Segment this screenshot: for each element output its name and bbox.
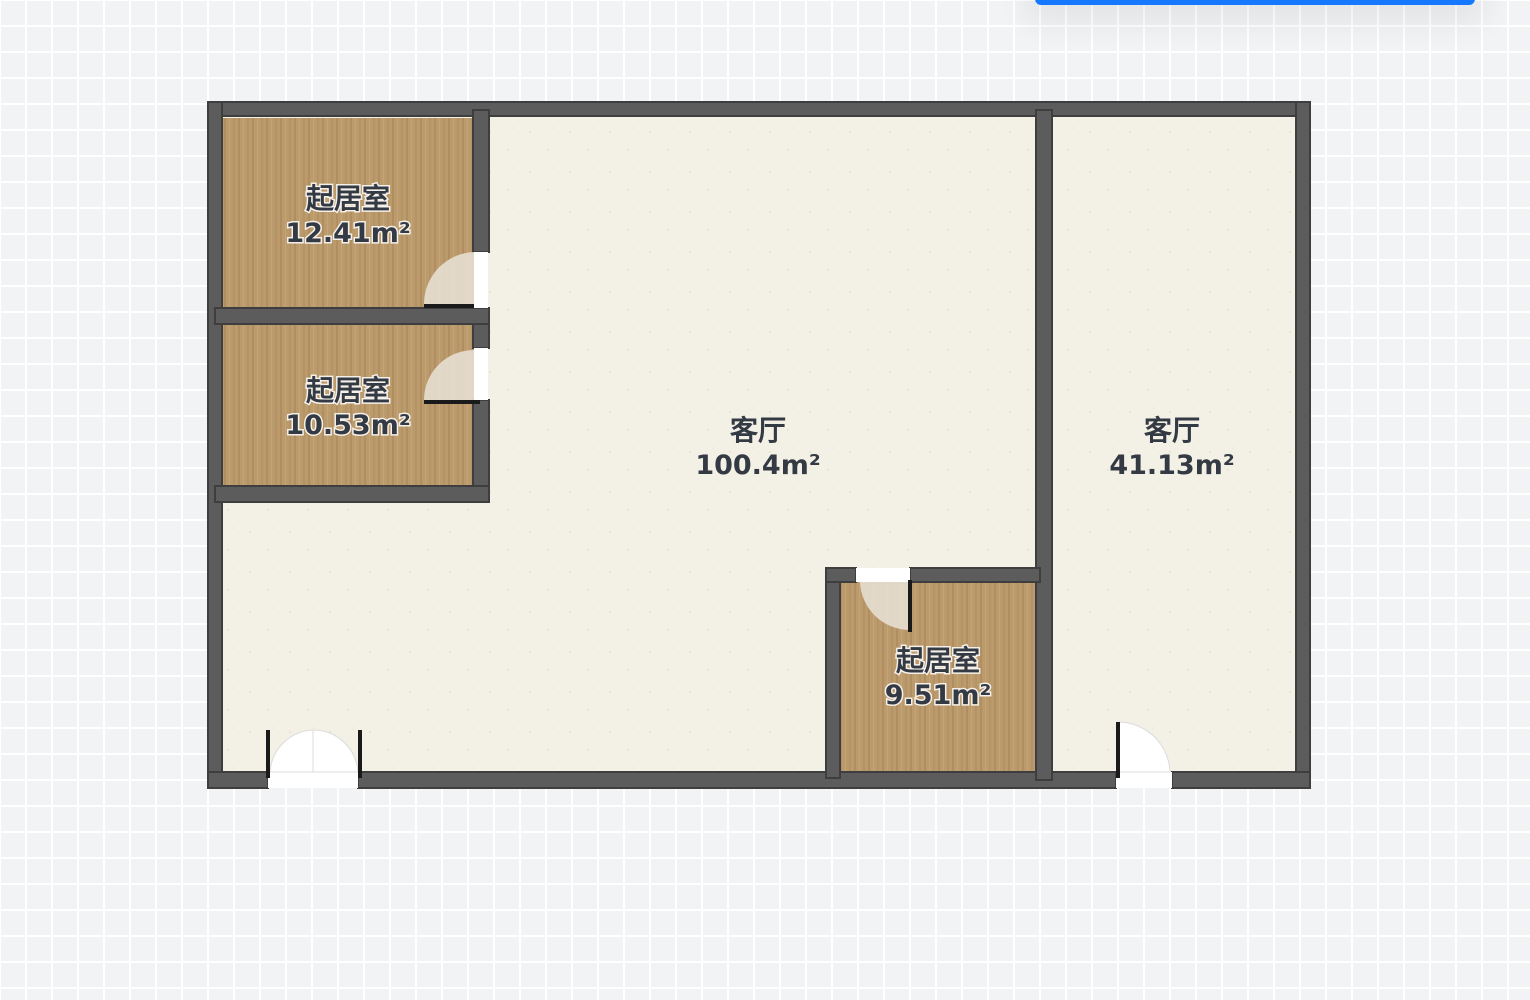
floor-plan[interactable]: 起居室 12.41m² 起居室 10.53m² 客厅 100.4m² 起居室 9… <box>0 0 1530 1000</box>
room-area-living-main: 100.4m² <box>695 450 820 481</box>
room-name-bedroom-top: 起居室 <box>306 182 390 215</box>
room-area-living-right: 41.13m² <box>1109 450 1234 481</box>
room-name-living-main: 客厅 <box>730 414 786 447</box>
floor-bedroom-mid <box>222 322 480 492</box>
room-name-living-right: 客厅 <box>1144 414 1200 447</box>
room-name-bedroom-mid: 起居室 <box>306 374 390 407</box>
room-area-bedroom-mid: 10.53m² <box>285 410 410 441</box>
room-area-bedroom-small: 9.51m² <box>885 680 992 711</box>
room-area-bedroom-top: 12.41m² <box>285 218 410 249</box>
room-name-bedroom-small: 起居室 <box>896 644 980 677</box>
